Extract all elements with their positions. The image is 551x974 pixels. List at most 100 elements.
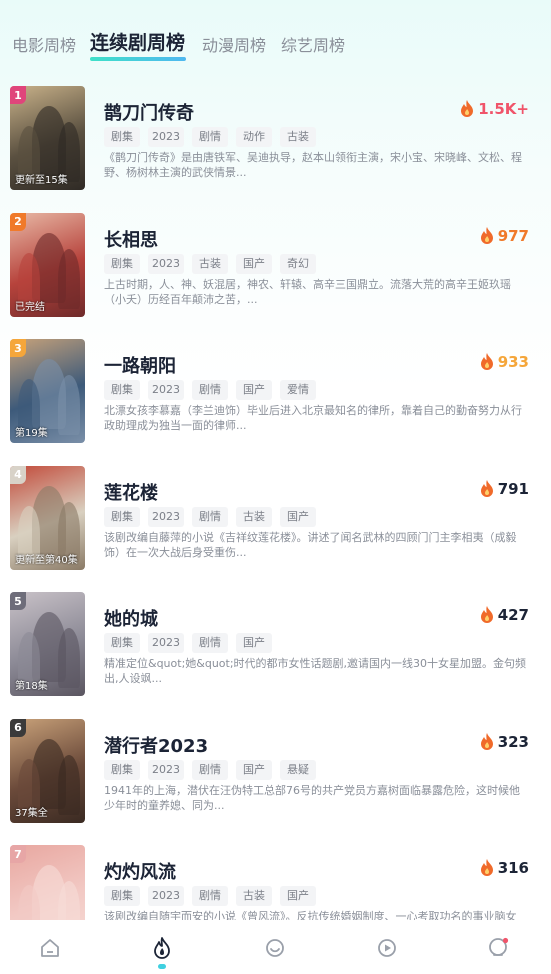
list-item[interactable]: 2 已完结 长相思 977 剧集 2023 古装 国产 奇幻 上古时期，人、神、妖混居，… <box>0 212 551 319</box>
heat-score: 427 <box>480 606 529 624</box>
list-item[interactable]: 1 更新至15集 鹊刀门传奇 1.5K+ 剧集 2023 剧情 动作 古装 《鹊刀门传奇… <box>0 86 551 192</box>
heat-value: 977 <box>497 226 529 245</box>
tag: 剧集 <box>104 380 140 400</box>
list-item[interactable]: 7 灼灼风流 316 剧集 2023 剧情 古装 国产 该剧改编自随宇而安的小说《曾风流… <box>0 845 551 920</box>
description: 该剧改编自藤萍的小说《吉祥纹莲花楼》。讲述了闻名武林的四顾门门主李相夷（成毅饰）… <box>104 530 517 559</box>
tag: 国产 <box>236 253 272 274</box>
tag: 剧情 <box>192 759 228 780</box>
tag: 剧情 <box>192 886 228 906</box>
tag: 古装 <box>236 506 272 527</box>
heat-score: 791 <box>480 479 529 498</box>
tag: 古装 <box>236 886 272 906</box>
flame-icon[interactable] <box>142 928 182 968</box>
rank-badge: 3 <box>10 339 26 357</box>
tag: 剧集 <box>104 633 140 653</box>
category-tabs: 电影周榜 连续剧周榜 动漫周榜 综艺周榜 <box>12 28 539 62</box>
episode-status: 更新至15集 <box>15 175 68 186</box>
heat-value: 1.5K+ <box>478 100 529 118</box>
tag-list: 剧集 2023 剧情 动作 古装 <box>104 127 316 147</box>
show-title[interactable]: 莲花楼 <box>104 479 158 505</box>
heat-score: 977 <box>480 226 529 245</box>
flame-icon <box>461 100 474 117</box>
tag: 剧情 <box>192 127 228 147</box>
tag: 爱情 <box>280 380 316 400</box>
tag: 2023 <box>148 127 184 147</box>
description: 北漂女孩李慕嘉（李兰迪饰）毕业后进入北京最知名的律所，靠着自己的勤奋努力从行政助… <box>104 404 522 432</box>
tag: 剧集 <box>104 886 140 906</box>
show-title[interactable]: 灼灼风流 <box>104 858 176 884</box>
description: 上古时期，人、神、妖混居，神农、轩辕、高辛三国鼎立。流落大荒的高辛王姬玖瑶（小夭… <box>104 277 511 306</box>
tab-anime-weekly[interactable]: 动漫周榜 <box>202 32 266 56</box>
episode-status: 37集全 <box>15 807 48 819</box>
bottom-nav <box>0 920 551 974</box>
tag: 剧集 <box>104 506 140 527</box>
tag: 悬疑 <box>280 759 316 780</box>
episode-status: 第19集 <box>15 428 48 439</box>
episode-status: 已完结 <box>15 301 45 313</box>
show-title[interactable]: 她的城 <box>104 605 158 631</box>
poster-image[interactable]: 1 更新至15集 <box>10 86 85 190</box>
tag: 2023 <box>148 759 184 780</box>
tag-list: 剧集 2023 剧情 国产 悬疑 <box>104 759 316 780</box>
active-nav-indicator <box>158 964 166 969</box>
heat-score: 316 <box>480 859 529 877</box>
rank-badge: 5 <box>10 592 26 610</box>
list-item[interactable]: 6 37集全 潜行者2023 323 剧集 2023 剧情 国产 悬疑 1941年的上海… <box>0 718 551 825</box>
show-title[interactable]: 鹊刀门传奇 <box>104 99 194 125</box>
tag: 剧集 <box>104 127 140 147</box>
flame-icon <box>480 732 493 750</box>
poster-image[interactable]: 5 第18集 <box>10 592 85 696</box>
flame-icon <box>480 606 493 623</box>
tag: 剧情 <box>192 506 228 527</box>
description: 《鹊刀门传奇》是由唐铁军、吴迪执导，赵本山领衔主演，宋小宝、宋晓峰、文松、程野、… <box>104 151 522 179</box>
heat-value: 427 <box>497 606 529 624</box>
show-title[interactable]: 长相思 <box>104 226 158 252</box>
tab-movie-weekly[interactable]: 电影周榜 <box>12 32 76 56</box>
episode-status: 更新至第40集 <box>15 554 78 566</box>
description: 该剧改编自随宇而安的小说《曾风流》。反抗传统婚姻制度、一心考取功名的事业脑女 <box>104 910 517 920</box>
episode-status: 第18集 <box>15 681 48 692</box>
tag: 2023 <box>148 886 184 906</box>
flame-icon <box>480 479 493 497</box>
rank-badge: 7 <box>10 845 26 863</box>
heat-value: 933 <box>497 353 529 371</box>
list-item[interactable]: 5 第18集 她的城 427 剧集 2023 剧情 国产 精准定位&quot;她&qu… <box>0 592 551 698</box>
flame-icon <box>480 226 493 244</box>
rank-badge: 4 <box>10 465 26 484</box>
flame-icon <box>480 859 493 876</box>
tag: 动作 <box>236 127 272 147</box>
heat-score: 1.5K+ <box>460 100 529 118</box>
poster-image[interactable]: 3 第19集 <box>10 339 85 443</box>
tag: 古装 <box>192 253 228 274</box>
tag: 2023 <box>148 506 184 527</box>
description: 1941年的上海，潜伏在汪伪特工总部76号的共产党员方嘉树面临暴露危险，这时候他… <box>104 783 520 812</box>
tag: 国产 <box>236 633 272 653</box>
ranking-list: 1 更新至15集 鹊刀门传奇 1.5K+ 剧集 2023 剧情 动作 古装 《鹊刀门传奇… <box>0 86 551 920</box>
tag: 剧集 <box>104 759 140 780</box>
poster-image[interactable]: 2 已完结 <box>10 212 85 317</box>
profile-icon[interactable] <box>479 928 519 968</box>
heat-score: 323 <box>480 732 529 751</box>
tag: 国产 <box>236 759 272 780</box>
heat-score: 933 <box>480 353 529 371</box>
list-item[interactable]: 3 第19集 一路朝阳 933 剧集 2023 剧情 国产 爱情 北漂女孩李慕嘉（李兰迪… <box>0 339 551 445</box>
active-tab-indicator <box>90 57 186 61</box>
poster-image[interactable]: 6 37集全 <box>10 718 85 823</box>
tag: 剧情 <box>192 633 228 653</box>
poster-image[interactable]: 4 更新至第40集 <box>10 465 85 570</box>
chat-icon[interactable] <box>255 928 295 968</box>
tab-series-weekly[interactable]: 连续剧周榜 <box>90 28 185 55</box>
description: 精准定位&quot;她&quot;时代的都市女性话题剧,邀请国内一线30十女星加… <box>104 657 527 685</box>
tag-list: 剧集 2023 剧情 古装 国产 <box>104 886 316 906</box>
poster-image[interactable]: 7 <box>10 845 85 920</box>
play-icon[interactable] <box>367 928 407 968</box>
list-item[interactable]: 4 更新至第40集 莲花楼 791 剧集 2023 剧情 古装 国产 该剧改编自藤萍的小… <box>0 465 551 572</box>
show-title[interactable]: 一路朝阳 <box>104 352 176 378</box>
tag: 2023 <box>148 633 184 653</box>
tag: 国产 <box>280 886 316 906</box>
tab-variety-weekly[interactable]: 综艺周榜 <box>281 32 345 56</box>
rank-badge: 6 <box>10 718 26 737</box>
show-title[interactable]: 潜行者2023 <box>104 732 208 758</box>
tag: 古装 <box>280 127 316 147</box>
home-icon[interactable] <box>30 928 70 968</box>
